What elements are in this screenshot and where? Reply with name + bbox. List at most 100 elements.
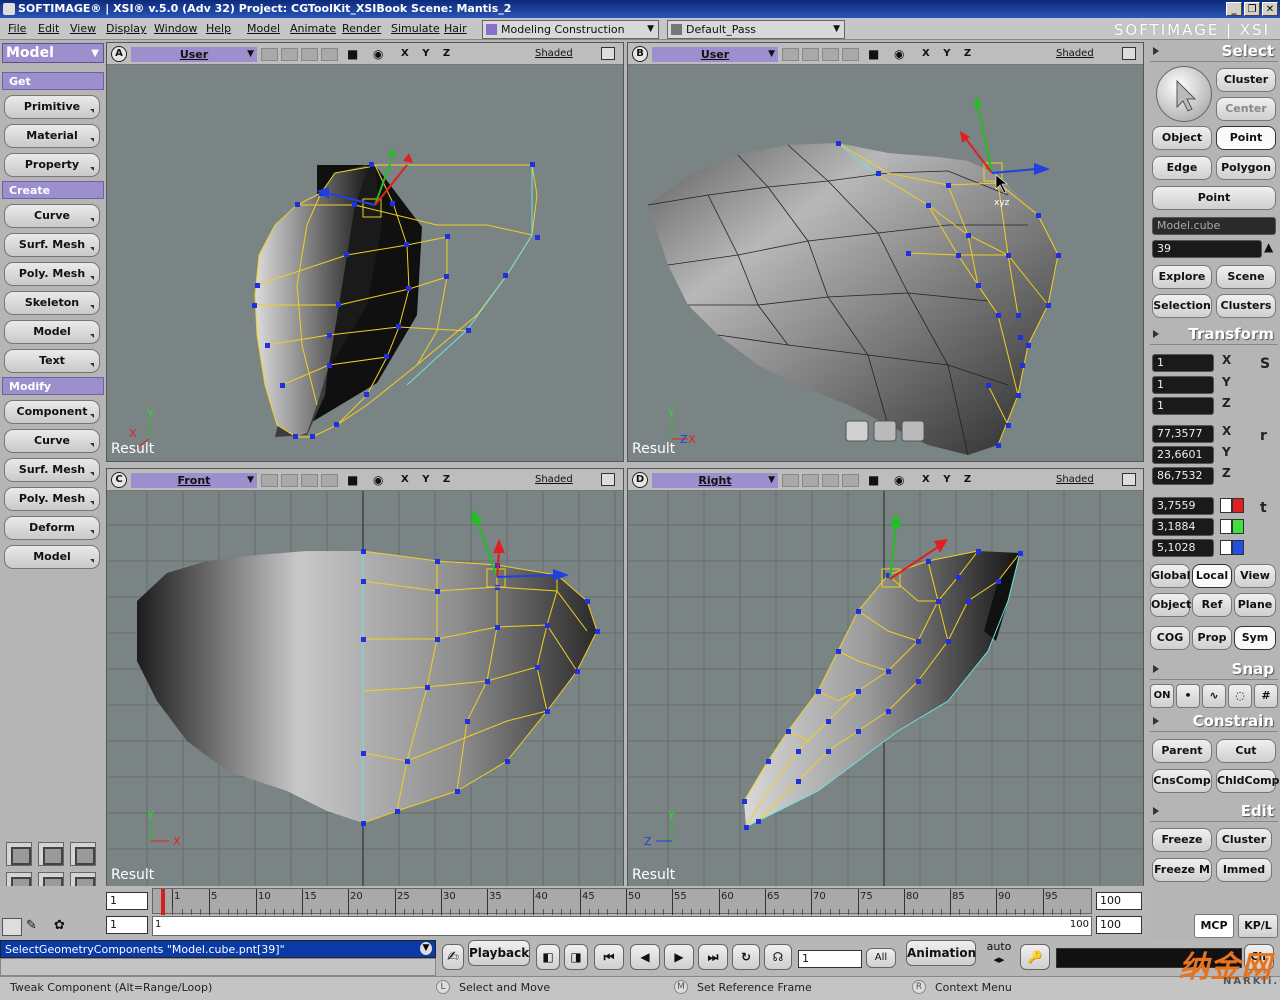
rotate-x-label[interactable]: X (1222, 424, 1231, 438)
command-line[interactable]: SelectGeometryComponents "Model.cube.pnt… (0, 940, 436, 958)
brush-icon[interactable]: ✎ (26, 918, 48, 936)
palette-icon[interactable]: ✿ (54, 918, 76, 936)
scale-y-label[interactable]: Y (1222, 375, 1231, 389)
memo-cam-icon[interactable] (782, 48, 799, 61)
viewport-d-camera-menu[interactable]: Right ▼ (652, 473, 778, 488)
first-frame-icon[interactable]: ⏮ (594, 944, 624, 970)
filter-menu-button[interactable]: Point (1152, 186, 1276, 210)
local-button[interactable]: Local (1192, 564, 1232, 588)
snap-center-icon[interactable] (901, 420, 925, 442)
constrain-section-header[interactable]: Constrain (1150, 710, 1278, 732)
translate-z-toggle[interactable] (1220, 540, 1232, 555)
translate-y-field[interactable]: 3,1884 (1152, 518, 1214, 536)
snap-section-header[interactable]: Snap (1150, 658, 1278, 680)
prev-frame-icon[interactable]: ◀ (630, 944, 660, 970)
get-property-button[interactable]: Property (4, 153, 100, 177)
timeline-in-field[interactable]: 1 (106, 916, 148, 934)
cnscomp-button[interactable]: CnsComp (1152, 769, 1212, 793)
viewport-c-camera-menu[interactable]: Front ▼ (131, 473, 257, 488)
memo-cam-icon[interactable] (261, 48, 278, 61)
shading-menu[interactable]: Shaded (1056, 474, 1094, 485)
command-input[interactable] (0, 958, 436, 976)
rotate-x-field[interactable]: 77,3577 (1152, 425, 1214, 443)
view-axis-buttons[interactable]: X Y Z (922, 474, 976, 485)
eye-icon[interactable]: ◉ (373, 473, 383, 487)
restore-icon[interactable]: ❐ (1244, 2, 1260, 16)
pass-combo[interactable]: Default_Pass ▼ (667, 20, 845, 39)
snap-curve-icon[interactable]: ∿ (1202, 684, 1226, 708)
camera-icon[interactable]: ■ (868, 473, 879, 487)
menu-model[interactable]: Model (247, 22, 280, 35)
playback-menu-button[interactable]: Playback (468, 940, 530, 966)
loop-icon[interactable]: ↻ (732, 944, 760, 970)
edit-section-header[interactable]: Edit (1150, 800, 1278, 822)
modify-poly-mesh-button[interactable]: Poly. Mesh (4, 487, 100, 511)
get-section-header[interactable]: Get (2, 72, 104, 90)
get-primitive-button[interactable]: Primitive (4, 95, 100, 119)
create-poly-mesh-button[interactable]: Poly. Mesh (4, 262, 100, 286)
memo-cam-icon[interactable] (261, 474, 278, 487)
ref-button[interactable]: Ref (1192, 593, 1232, 617)
snap-grid-icon[interactable]: # (1254, 684, 1278, 708)
selection-name-field[interactable]: Model.cube (1152, 217, 1276, 235)
create-skeleton-button[interactable]: Skeleton (4, 291, 100, 315)
modify-surf-mesh-button[interactable]: Surf. Mesh (4, 458, 100, 482)
parent-button[interactable]: Parent (1152, 739, 1212, 763)
timeline-start-field[interactable]: 1 (106, 892, 148, 910)
selection-button[interactable]: Selection (1152, 294, 1212, 318)
scale-z-field[interactable]: 1 (1152, 397, 1214, 415)
freeze-button[interactable]: Freeze (1152, 828, 1212, 852)
viewport-a-letter[interactable]: A (111, 46, 127, 62)
snap-vertex-icon[interactable] (845, 420, 869, 442)
viewport-b-letter[interactable]: B (632, 46, 648, 62)
select-tool-button[interactable] (1156, 66, 1212, 122)
all-button[interactable]: All (866, 948, 896, 968)
freeze-modeling-button[interactable]: Freeze M (1152, 858, 1212, 882)
maximize-icon[interactable] (601, 473, 615, 486)
modify-section-header[interactable]: Modify (2, 377, 104, 395)
create-text-button[interactable]: Text (4, 349, 100, 373)
snap-surface-icon[interactable]: ◌ (1228, 684, 1252, 708)
get-material-button[interactable]: Material (4, 124, 100, 148)
layout-quad-icon[interactable] (70, 842, 96, 866)
layout-split-icon[interactable] (38, 842, 64, 866)
camera-icon[interactable]: ■ (347, 473, 358, 487)
translate-y-toggle[interactable] (1220, 519, 1232, 534)
view-axis-buttons[interactable]: X Y Z (401, 474, 455, 485)
scale-x-label[interactable]: X (1222, 353, 1231, 367)
rotate-z-label[interactable]: Z (1222, 466, 1231, 480)
next-key-icon[interactable]: ◨ (564, 944, 588, 970)
viewport-c-letter[interactable]: C (111, 472, 127, 488)
viewport-c[interactable]: C Front ▼ ■ ◉ X Y Z Shaded Y X Result (106, 468, 624, 888)
immed-button[interactable]: Immed (1216, 858, 1272, 882)
selection-index-field[interactable]: 39 (1152, 240, 1262, 258)
menu-hair[interactable]: Hair (444, 22, 467, 35)
point-filter-button[interactable]: Point (1216, 126, 1276, 150)
menu-window[interactable]: Window (154, 22, 197, 35)
menu-file[interactable]: File (8, 22, 26, 35)
viewport-a-camera-menu[interactable]: User ▼ (131, 47, 257, 62)
snap-on-button[interactable]: ON (1150, 684, 1174, 708)
cog-button[interactable]: COG (1150, 626, 1190, 650)
timeline-ruler[interactable]: 1 5 10 15 20 25 30 35 40 45 50 55 60 65 70 75 80 85 90 95 (152, 888, 1092, 915)
auto-key-toggle[interactable]: auto ◂▸ (982, 940, 1016, 974)
menu-animate[interactable]: Animate (290, 22, 336, 35)
edit-cluster-button[interactable]: Cluster (1216, 828, 1272, 852)
modify-model-button[interactable]: Model (4, 545, 100, 569)
cut-button[interactable]: Cut (1216, 739, 1276, 763)
eye-icon[interactable]: ◉ (373, 47, 383, 61)
maximize-icon[interactable] (1122, 473, 1136, 486)
view-button[interactable]: View (1234, 564, 1276, 588)
timeline-out-field[interactable]: 100 (1096, 916, 1142, 934)
menu-display[interactable]: Display (106, 22, 147, 35)
key-icon[interactable]: 🔑 (1020, 944, 1050, 970)
chevron-down-icon[interactable]: ▼ (420, 942, 432, 955)
viewport-b[interactable]: B User ▼ ■ ◉ X Y Z Shaded xyz Y Z X Resu… (627, 42, 1144, 462)
memo-cam-icon[interactable] (842, 474, 859, 487)
rotate-z-field[interactable]: 86,7532 (1152, 467, 1214, 485)
shading-menu[interactable]: Shaded (1056, 48, 1094, 59)
plane-button[interactable]: Plane (1234, 593, 1276, 617)
prop-button[interactable]: Prop (1192, 626, 1232, 650)
memo-cam-icon[interactable] (301, 48, 318, 61)
modify-curve-button[interactable]: Curve (4, 429, 100, 453)
